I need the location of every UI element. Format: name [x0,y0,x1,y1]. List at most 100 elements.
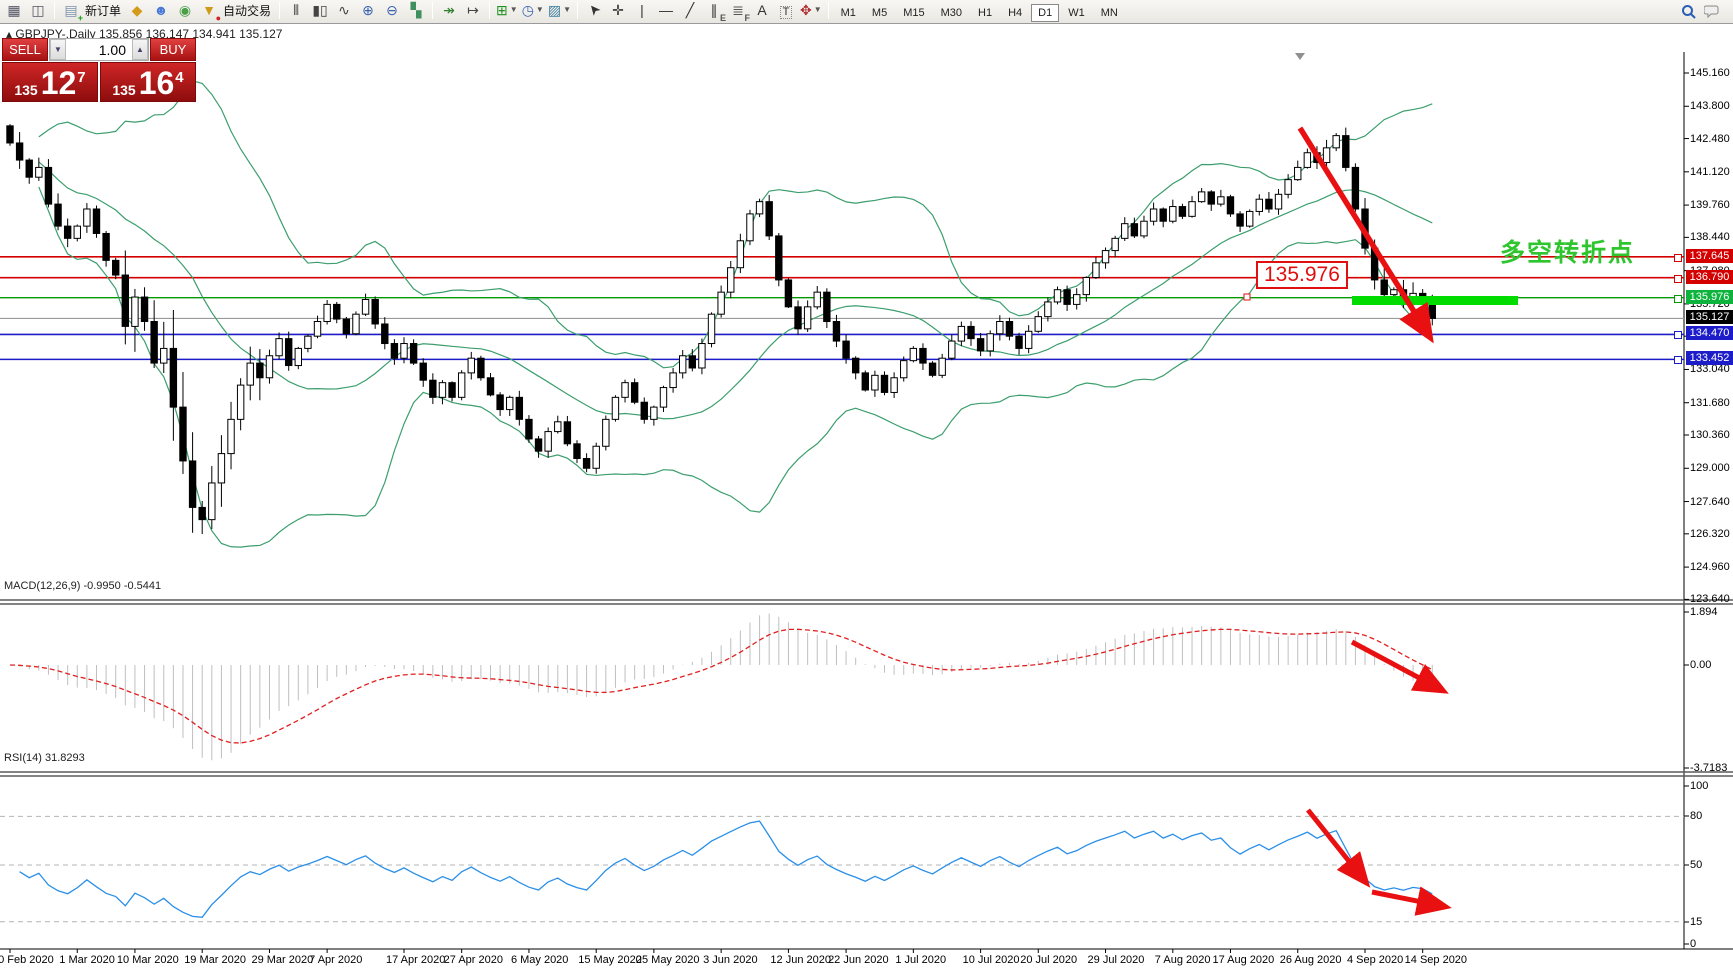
tile-windows-icon[interactable]: ▚ [405,0,427,21]
price-tag[interactable]: 133.452 [1686,351,1733,365]
price-annotation-label[interactable]: 135.976 [1256,261,1348,289]
level-line-handle[interactable] [1674,254,1682,262]
bar-chart-icon[interactable]: ⦀ [285,0,307,21]
line-chart-icon[interactable]: ∿ [333,0,355,21]
chart-window[interactable]: 145.160143.800142.480141.120139.760138.4… [0,24,1733,946]
toolbar-separator [828,2,829,19]
timeframe-H1[interactable]: H1 [971,4,999,22]
vertical-line-icon[interactable]: | [631,0,653,21]
rsi-tick-label: 100 [1690,780,1708,792]
cursor-icon[interactable]: ➤ [583,0,605,21]
auto-scroll-icon[interactable]: ↠ [438,0,460,21]
date-axis-label: 29 Jul 2020 [1088,954,1145,966]
profile-icon[interactable]: ◫ [27,0,49,21]
date-axis-label: 27 Apr 2020 [444,954,503,966]
timeframe-toolbar: M1M5M15M30H1H4D1W1MN [833,3,1126,21]
date-axis-label: 14 Sep 2020 [1405,954,1467,966]
macd-tick-label: 1.894 [1690,606,1718,618]
channel-icon[interactable]: ∥E [703,0,725,21]
zoom-out-icon[interactable]: ⊖ [381,0,403,21]
level-line-handle[interactable] [1674,331,1682,339]
trendline-icon[interactable]: ╱ [679,0,701,21]
price-tick-label: 142.480 [1690,133,1730,145]
toolbar-separator [489,2,490,19]
zoom-in-icon[interactable]: ⊕ [357,0,379,21]
volume-value[interactable]: 1.00 [66,42,132,58]
level-line-handle[interactable] [1674,275,1682,283]
macd-tick-label: 0.00 [1690,659,1711,671]
cn-annotation-text[interactable]: 多空转折点 [1500,233,1635,269]
timeframe-M1[interactable]: M1 [834,4,863,22]
level-line-handle[interactable] [1674,295,1682,303]
buy-button[interactable]: BUY [150,38,196,61]
rsi-tick-label: 50 [1690,859,1702,871]
price-tick-label: 130.360 [1690,429,1730,441]
date-axis-label: 10 Mar 2020 [117,954,179,966]
volume-down-button[interactable]: ▼ [50,39,66,60]
price-tick-label: 141.120 [1690,166,1730,178]
sell-button[interactable]: SELL [2,38,48,61]
price-tag[interactable]: 137.645 [1686,249,1733,263]
sell-price-display[interactable]: 135 12 7 [2,62,98,102]
horizontal-line-icon[interactable]: — [655,0,677,21]
search-icon[interactable] [1678,1,1700,23]
timeframe-M5[interactable]: M5 [865,4,894,22]
community-icon[interactable]: ☻ [150,0,172,21]
price-tick-label: 139.760 [1690,199,1730,211]
timeframe-MN[interactable]: MN [1094,4,1125,22]
timeframe-W1[interactable]: W1 [1061,4,1092,22]
new-order-button-label[interactable]: 新订单 [85,4,121,18]
toolbar-separator [279,2,280,19]
date-axis-label: 1 Jul 2020 [895,954,946,966]
price-tick-label: 127.640 [1690,496,1730,508]
price-tag[interactable]: 135.127 [1686,310,1733,324]
date-axis-label: 1 Mar 2020 [59,954,115,966]
date-axis-label: 15 May 2020 [578,954,642,966]
history-center-icon[interactable]: ◆ [126,0,148,21]
date-axis-label: 10 Jul 2020 [963,954,1020,966]
date-axis-label: 4 Sep 2020 [1347,954,1403,966]
price-tag[interactable]: 134.470 [1686,326,1733,340]
fibonacci-icon[interactable]: ≣F [727,0,749,21]
buy-price-display[interactable]: 135 16 4 [100,62,196,102]
date-axis-label: 17 Apr 2020 [386,954,445,966]
price-tick-label: 143.800 [1690,100,1730,112]
date-axis-label: 6 May 2020 [511,954,568,966]
date-axis-label: 7 Aug 2020 [1155,954,1211,966]
toolbar: ▦◫ ▤+新订单 ◆☻◉▼●自动交易 ⦀▮▯∿⊕⊖▚ ↠↦ ⊞▼◷▼▨▼ ➤✛|—╱∥E≣F… [0,0,1733,24]
date-axis-label: 20 Feb 2020 [0,954,54,966]
autotrade-button[interactable]: ▼● [198,0,220,21]
date-axis-label: 22 Jun 2020 [828,954,889,966]
date-axis-label: 12 Jun 2020 [770,954,831,966]
one-click-trading-panel: SELL ▼ 1.00 ▲ BUY 135 12 7 135 16 4 [2,38,196,102]
timeframe-M30[interactable]: M30 [934,4,969,22]
level-line-handle[interactable] [1674,356,1682,364]
text-icon[interactable]: A [751,0,773,21]
date-axis-label: 29 Mar 2020 [251,954,313,966]
volume-up-button[interactable]: ▲ [132,39,148,60]
toolbar-separator [54,2,55,19]
rsi-tick-label: 80 [1690,810,1702,822]
arrows-icon[interactable]: ✥▼ [799,0,823,21]
timeframe-H4[interactable]: H4 [1001,4,1029,22]
date-axis-label: 7 Apr 2020 [309,954,362,966]
price-tag[interactable]: 136.790 [1686,270,1733,284]
new-order-button[interactable]: ▤+ [60,0,82,21]
chart-window-icon[interactable]: ▦ [3,0,25,21]
signal-icon[interactable]: ◉ [174,0,196,21]
text-label-icon[interactable]: T [775,2,797,24]
template-icon[interactable]: ▨▼ [547,0,572,21]
chat-icon[interactable] [1702,1,1724,23]
volume-stepper[interactable]: ▼ 1.00 ▲ [49,38,149,61]
candlestick-icon[interactable]: ▮▯ [309,0,331,21]
timeframe-M15[interactable]: M15 [896,4,931,22]
chart-shift-icon[interactable]: ↦ [462,0,484,21]
date-axis-label: 3 Jun 2020 [703,954,757,966]
indicators-icon[interactable]: ⊞▼ [495,0,519,21]
autotrade-button-label[interactable]: 自动交易 [223,4,271,18]
price-tag[interactable]: 135.976 [1686,290,1733,304]
timeframe-D1[interactable]: D1 [1031,4,1059,22]
crosshair-icon[interactable]: ✛ [607,0,629,21]
toolbar-separator [577,2,578,19]
period-icon[interactable]: ◷▼ [521,0,545,21]
